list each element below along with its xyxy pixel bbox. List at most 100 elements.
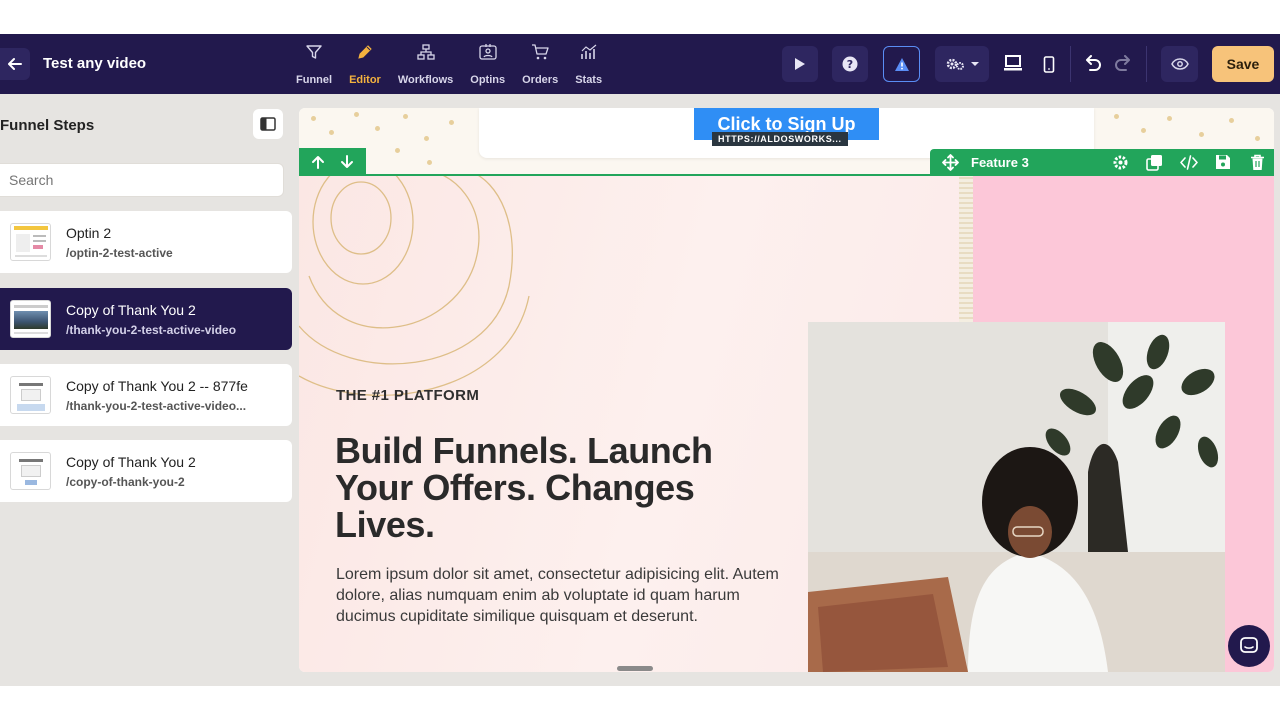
contact-card-icon bbox=[479, 44, 497, 60]
settings-dropdown-button[interactable] bbox=[935, 46, 989, 82]
play-icon bbox=[795, 58, 805, 70]
hero-eyebrow[interactable]: THE #1 PLATFORM bbox=[336, 387, 479, 404]
page-title: Test any video bbox=[43, 55, 147, 72]
decor-dot bbox=[403, 114, 408, 119]
trash-icon[interactable] bbox=[1250, 154, 1265, 171]
undo-button[interactable] bbox=[1081, 46, 1105, 82]
sidebar-panel-icon bbox=[260, 117, 276, 131]
workflow-icon bbox=[416, 44, 435, 60]
nav-workflows-label: Workflows bbox=[397, 74, 454, 86]
decorative-swirl bbox=[299, 176, 530, 396]
desktop-view-button[interactable] bbox=[1000, 46, 1026, 82]
arrow-left-icon bbox=[8, 58, 22, 70]
pencil-icon bbox=[358, 45, 372, 59]
toolbar-divider bbox=[1146, 46, 1147, 82]
decor-dot bbox=[375, 126, 380, 131]
save-icon[interactable] bbox=[1215, 154, 1231, 170]
arrow-down-icon[interactable] bbox=[340, 155, 354, 169]
nav-stats[interactable]: Stats bbox=[575, 44, 602, 86]
step-thumbnail bbox=[10, 300, 51, 338]
chat-support-button[interactable] bbox=[1228, 625, 1270, 667]
decor-dot bbox=[424, 136, 429, 141]
funnel-step-item[interactable]: Optin 2 /optin-2-test-active bbox=[0, 211, 292, 273]
stats-icon bbox=[580, 44, 597, 59]
help-button[interactable]: ? bbox=[832, 46, 868, 82]
mobile-icon bbox=[1043, 55, 1055, 73]
move-icon[interactable] bbox=[942, 154, 959, 171]
redo-button[interactable] bbox=[1111, 46, 1135, 82]
section-toolbar: Feature 3 bbox=[930, 149, 1274, 176]
laptop-icon bbox=[1004, 55, 1022, 71]
search-input[interactable] bbox=[0, 163, 284, 197]
preview-button[interactable] bbox=[1161, 46, 1198, 82]
mobile-view-button[interactable] bbox=[1037, 46, 1061, 82]
nav-funnel[interactable]: Funnel bbox=[296, 44, 332, 86]
decor-dot bbox=[354, 112, 359, 117]
decor-dot bbox=[311, 116, 316, 121]
funnel-step-item[interactable]: Copy of Thank You 2 -- 877fe /thank-you-… bbox=[0, 364, 292, 426]
nav-optins[interactable]: Optins bbox=[470, 44, 505, 86]
cart-icon bbox=[532, 44, 549, 60]
nav-orders-label: Orders bbox=[522, 74, 559, 86]
step-slug: /thank-you-2-test-active-video... bbox=[66, 399, 247, 413]
decor-dot bbox=[1167, 116, 1172, 121]
nav-stats-label: Stats bbox=[575, 74, 603, 86]
hero-photo[interactable] bbox=[808, 322, 1225, 672]
step-slug: /copy-of-thank-you-2 bbox=[66, 475, 185, 489]
step-slug: /thank-you-2-test-active-video bbox=[66, 323, 237, 337]
nav-optins-label: Optins bbox=[470, 74, 506, 86]
hero-headline[interactable]: Build Funnels. Launch Your Offers. Chang… bbox=[335, 432, 795, 543]
decor-dot bbox=[1255, 136, 1260, 141]
page-editor-canvas[interactable]: Click to Sign Up HTTPS://ALDOSWORKS... T… bbox=[299, 108, 1274, 672]
toolbar-divider bbox=[1070, 46, 1071, 82]
funnel-step-item-active[interactable]: Copy of Thank You 2 /thank-you-2-test-ac… bbox=[0, 288, 292, 350]
filter-icon bbox=[306, 45, 322, 59]
hero-body-text[interactable]: Lorem ipsum dolor sit amet, consectetur … bbox=[336, 564, 786, 627]
sidebar-toggle-button[interactable] bbox=[253, 109, 283, 139]
link-url-tooltip: HTTPS://ALDOSWORKS... bbox=[712, 132, 848, 146]
svg-text:?: ? bbox=[847, 58, 853, 71]
decor-dot bbox=[1114, 114, 1119, 119]
chevron-down-icon bbox=[970, 62, 979, 66]
funnel-step-item[interactable]: Copy of Thank You 2 /copy-of-thank-you-2 bbox=[0, 440, 292, 502]
step-name: Optin 2 bbox=[66, 225, 112, 241]
chat-icon bbox=[1240, 637, 1258, 653]
app-window: Test any video Funnel Editor Workflows O… bbox=[0, 34, 1280, 686]
decor-dot bbox=[395, 148, 400, 153]
arrow-up-icon[interactable] bbox=[311, 155, 325, 169]
section-name-label: Feature 3 bbox=[971, 155, 1029, 170]
nav-workflows[interactable]: Workflows bbox=[398, 44, 453, 86]
step-thumbnail bbox=[10, 223, 51, 261]
step-slug: /optin-2-test-active bbox=[66, 246, 173, 260]
nav-editor-label: Editor bbox=[349, 74, 381, 86]
decor-dot bbox=[1199, 132, 1204, 137]
warning-icon bbox=[894, 57, 909, 71]
gears-icon bbox=[946, 58, 964, 70]
decor-dot bbox=[449, 120, 454, 125]
decor-dot bbox=[427, 160, 432, 165]
help-icon: ? bbox=[842, 56, 858, 72]
preview-play-button[interactable] bbox=[782, 46, 818, 82]
duplicate-icon[interactable] bbox=[1146, 154, 1163, 171]
decor-dot bbox=[1229, 118, 1234, 123]
eye-icon bbox=[1170, 58, 1189, 70]
step-thumbnail bbox=[10, 376, 51, 414]
step-name: Copy of Thank You 2 -- 877fe bbox=[66, 378, 248, 394]
woman-with-plant-photo bbox=[808, 322, 1225, 672]
section-move-toolbar bbox=[299, 148, 366, 176]
top-bar: Test any video Funnel Editor Workflows O… bbox=[0, 34, 1280, 94]
decor-dot bbox=[329, 130, 334, 135]
warning-button[interactable] bbox=[883, 46, 920, 82]
code-icon[interactable] bbox=[1180, 154, 1198, 171]
main-nav: Funnel Editor Workflows Optins Orders St… bbox=[296, 44, 619, 86]
nav-editor[interactable]: Editor bbox=[349, 44, 381, 86]
gear-icon[interactable] bbox=[1112, 154, 1129, 171]
nav-orders[interactable]: Orders bbox=[522, 44, 558, 86]
save-button[interactable]: Save bbox=[1212, 46, 1274, 82]
step-name: Copy of Thank You 2 bbox=[66, 302, 196, 318]
back-button[interactable] bbox=[0, 48, 30, 80]
texture-strip bbox=[959, 176, 973, 322]
canvas-scroll-handle[interactable] bbox=[617, 666, 653, 671]
nav-funnel-label: Funnel bbox=[296, 74, 333, 86]
sidebar-title: Funnel Steps bbox=[0, 117, 95, 134]
